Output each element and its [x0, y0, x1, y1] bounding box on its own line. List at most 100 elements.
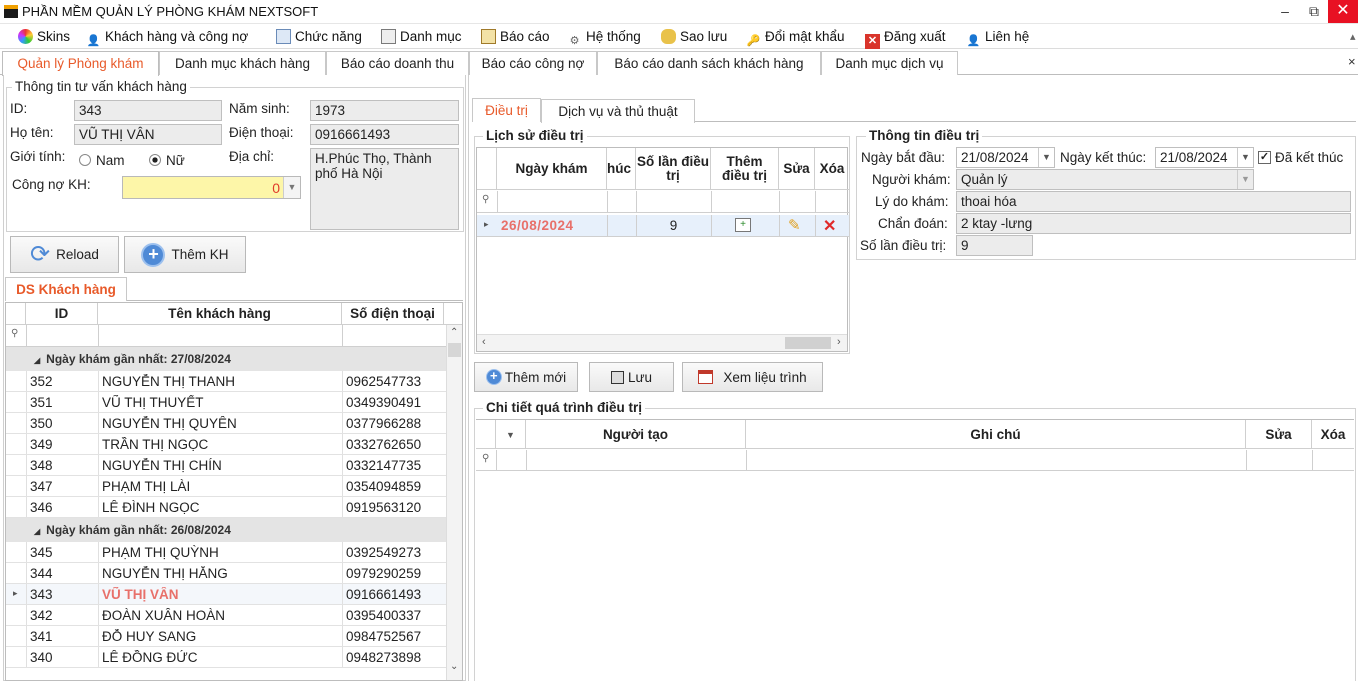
table-row[interactable]: ▸ 343 VŨ THỊ VÂN 0916661493 — [6, 584, 446, 605]
menu-system[interactable]: ⚙ Hệ thống — [567, 27, 641, 47]
customer-filter-row[interactable]: ⚲ — [6, 325, 446, 347]
col-exam-date[interactable]: Ngày khám — [497, 148, 607, 190]
menu-contact[interactable]: 👤 Liên hệ — [966, 27, 1030, 47]
start-date-dropdown-icon[interactable]: ▼ — [1038, 148, 1054, 167]
col-edit[interactable]: Sửa — [779, 148, 815, 190]
menu-backup[interactable]: Sao lưu — [661, 27, 727, 47]
tab-clinic[interactable]: Quản lý Phòng khám — [2, 51, 159, 76]
col-id[interactable]: ID — [26, 303, 98, 324]
menu-logout[interactable]: ✕ Đăng xuất — [865, 27, 946, 49]
table-row[interactable]: 340 LÊ ĐỒNG ĐỨC 0948273898 — [6, 647, 446, 668]
tab-service-catalog[interactable]: Danh mục dịch vụ — [821, 51, 958, 75]
minimize-button[interactable]: – — [1270, 0, 1300, 23]
add-customer-button[interactable]: + Thêm KH — [124, 236, 246, 273]
cell-name: TRẦN THỊ NGỌC — [102, 437, 209, 452]
end-date-dropdown-icon[interactable]: ▼ — [1237, 148, 1253, 167]
cell-phone: 0395400337 — [346, 608, 422, 623]
group-row[interactable]: ◢ Ngày khám gần nhất: 26/08/2024 — [6, 518, 446, 542]
col-treatment-count[interactable]: Số lần điều trị — [636, 148, 711, 190]
finished-label: Đã kết thúc — [1275, 150, 1344, 165]
tab-customer-list[interactable]: DS Khách hàng — [5, 277, 127, 301]
debt-dropdown-icon[interactable]: ▼ — [283, 177, 300, 198]
treatment-count-field[interactable]: 9 — [956, 235, 1033, 256]
finished-checkbox[interactable]: ✓ — [1258, 151, 1271, 164]
debt-field[interactable]: 0 ▼ — [122, 176, 301, 199]
table-row[interactable]: 350 NGUYỄN THỊ QUYÊN 0377966288 — [6, 413, 446, 434]
details-grid: ▼ Người tạo Ghi chú Sửa Xóa ⚲ — [476, 419, 1354, 471]
restore-button[interactable]: ⧉ — [1299, 0, 1329, 23]
menu-catalog[interactable]: Danh mục — [381, 27, 462, 47]
phone-field[interactable]: 0916661493 — [310, 124, 459, 145]
collapse-icon[interactable]: ◢ — [34, 356, 40, 365]
details-filter-row[interactable]: ⚲ — [476, 450, 1354, 471]
start-date-field[interactable]: 21/08/2024 ▼ — [956, 147, 1055, 168]
table-row[interactable]: 352 NGUYỄN THỊ THANH 0962547733 — [6, 371, 446, 392]
menu-scroll-up-icon[interactable]: ▴ — [1350, 30, 1356, 43]
menu-reports[interactable]: Báo cáo — [481, 27, 550, 47]
col-creator[interactable]: Người tạo — [526, 420, 746, 449]
scroll-up-icon[interactable]: ⌃ — [450, 327, 458, 338]
reload-button[interactable]: ⟳ Reload — [10, 236, 119, 273]
close-tab-icon[interactable]: × — [1348, 54, 1356, 69]
col-note[interactable]: Ghi chú — [746, 420, 1246, 449]
table-row[interactable]: 347 PHẠM THỊ LÀI 0354094859 — [6, 476, 446, 497]
table-row[interactable]: 345 PHẠM THỊ QUỲNH 0392549273 — [6, 542, 446, 563]
menu-change-password[interactable]: 🔑 Đổi mật khẩu — [746, 27, 845, 47]
doctor-select[interactable]: Quản lý ▼ — [956, 169, 1254, 190]
col-customer-name[interactable]: Tên khách hàng — [98, 303, 342, 324]
gender-male-radio[interactable] — [79, 154, 91, 166]
edit-pencil-icon[interactable]: ✎ — [788, 216, 801, 234]
table-row[interactable]: 348 NGUYỄN THỊ CHÍN 0332147735 — [6, 455, 446, 476]
scroll-down-icon[interactable]: ⌄ — [450, 661, 458, 672]
col-end-partial[interactable]: húc — [607, 148, 636, 190]
table-row[interactable]: 349 TRẦN THỊ NGỌC 0332762650 — [6, 434, 446, 455]
col-detail-edit[interactable]: Sửa — [1246, 420, 1312, 449]
hscroll-thumb[interactable] — [785, 337, 831, 349]
doctor-dropdown-icon[interactable]: ▼ — [1237, 170, 1253, 189]
add-treatment-icon[interactable]: + — [735, 218, 751, 232]
view-course-button[interactable]: Xem liệu trình — [682, 362, 823, 392]
name-field[interactable]: VŨ THỊ VÂN — [74, 124, 222, 145]
tab-customer-catalog[interactable]: Danh mục khách hàng — [159, 51, 326, 75]
menu-skins[interactable]: Skins — [18, 27, 70, 47]
group-row[interactable]: ◢ Ngày khám gần nhất: 27/08/2024 — [6, 347, 446, 371]
scroll-thumb[interactable] — [448, 343, 461, 357]
tab-treatment[interactable]: Điều trị — [472, 98, 541, 122]
table-row[interactable]: 346 LÊ ĐÌNH NGỌC 0919563120 — [6, 497, 446, 518]
customer-grid-scrollbar[interactable]: ⌃ ⌄ — [446, 325, 462, 680]
birth-year-field[interactable]: 1973 — [310, 100, 459, 121]
tab-services[interactable]: Dịch vụ và thủ thuật — [541, 99, 695, 123]
add-new-button[interactable]: + Thêm mới — [474, 362, 578, 392]
col-detail-delete[interactable]: Xóa — [1312, 420, 1354, 449]
table-row[interactable]: 344 NGUYỄN THỊ HẰNG 0979290259 — [6, 563, 446, 584]
save-button[interactable]: Lưu — [589, 362, 674, 392]
reason-field[interactable]: thoai hóa — [956, 191, 1351, 212]
scroll-left-icon[interactable]: ‹ — [482, 336, 486, 348]
cell-name: LÊ ĐÌNH NGỌC — [102, 500, 200, 515]
table-row[interactable]: 341 ĐỖ HUY SANG 0984752567 — [6, 626, 446, 647]
diagnosis-field[interactable]: 2 ktay -lưng — [956, 213, 1351, 234]
collapse-icon[interactable]: ◢ — [34, 527, 40, 536]
tab-revenue-report[interactable]: Báo cáo doanh thu — [326, 51, 469, 75]
table-row[interactable]: 342 ĐOÀN XUÂN HOÀN 0395400337 — [6, 605, 446, 626]
scroll-right-icon[interactable]: › — [837, 336, 841, 348]
tab-debt-report[interactable]: Báo cáo công nợ — [469, 51, 597, 75]
menu-customers[interactable]: 👤 Khách hàng và công nợ — [86, 27, 249, 47]
table-row[interactable]: 351 VŨ THỊ THUYẾT 0349390491 — [6, 392, 446, 413]
history-hscrollbar[interactable]: ‹ › — [477, 334, 847, 351]
address-label: Địa chỉ: — [229, 149, 275, 164]
history-row[interactable]: ▸ 26/08/2024 9 + ✎ ✕ — [477, 215, 849, 237]
col-delete[interactable]: Xóa — [815, 148, 849, 190]
col-add-treatment[interactable]: Thêm điều trị — [711, 148, 779, 190]
column-chooser-icon[interactable]: ▼ — [496, 420, 526, 449]
end-date-field[interactable]: 21/08/2024 ▼ — [1155, 147, 1254, 168]
address-field[interactable]: H.Phúc Thọ, Thành phố Hà Nội — [310, 148, 459, 230]
delete-x-icon[interactable]: ✕ — [823, 216, 836, 236]
gender-female-radio[interactable] — [149, 154, 161, 166]
menu-functions[interactable]: Chức năng — [276, 27, 362, 47]
history-filter-row[interactable]: ⚲ — [477, 191, 849, 213]
id-field[interactable]: 343 — [74, 100, 222, 121]
tab-customer-list-report[interactable]: Báo cáo danh sách khách hàng — [597, 51, 821, 75]
close-button[interactable]: ✕ — [1328, 0, 1358, 23]
col-phone[interactable]: Số điện thoại — [342, 303, 444, 324]
